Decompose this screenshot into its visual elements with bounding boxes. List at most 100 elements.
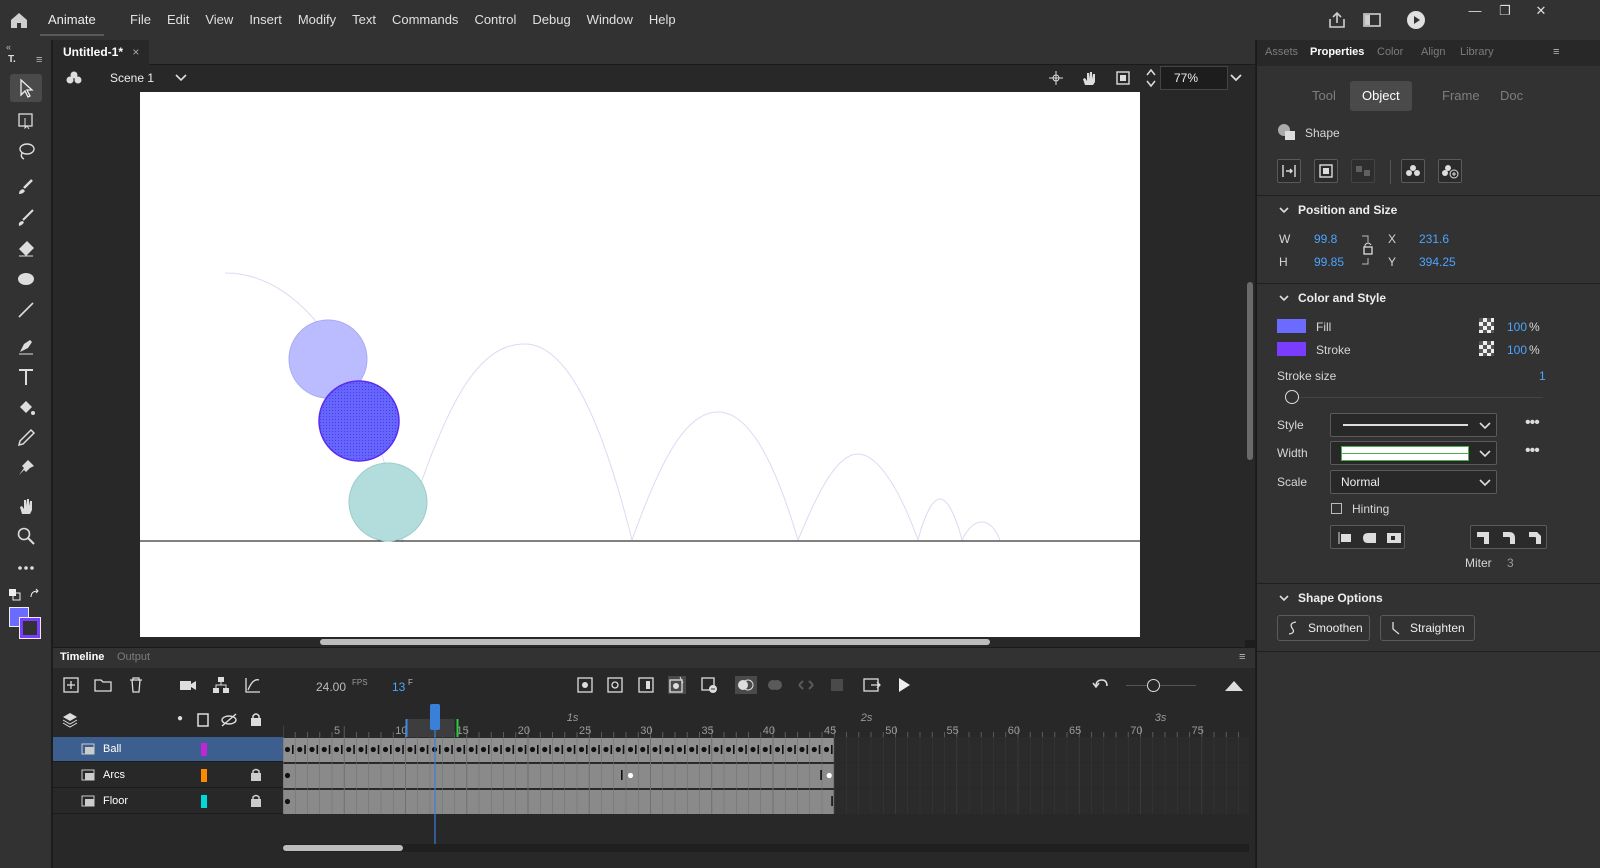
y-value[interactable]: 394.25 xyxy=(1419,255,1456,269)
x-value[interactable]: 231.6 xyxy=(1419,232,1449,246)
new-layer-icon[interactable] xyxy=(62,676,80,694)
publish-icon[interactable] xyxy=(1327,11,1347,29)
close-tab-icon[interactable]: × xyxy=(132,45,139,59)
lock-layers-icon[interactable] xyxy=(250,712,262,726)
subtab-doc[interactable]: Doc xyxy=(1488,81,1535,111)
tab-timeline[interactable]: Timeline xyxy=(60,651,104,663)
stroke-style-dropdown[interactable] xyxy=(1330,413,1497,437)
subtab-object[interactable]: Object xyxy=(1350,81,1412,111)
highlight-layers-icon[interactable]: ● xyxy=(177,713,183,724)
insert-keyframe-icon[interactable] xyxy=(576,676,594,694)
tab-properties[interactable]: Properties xyxy=(1310,46,1364,58)
close-window-icon[interactable]: ✕ xyxy=(1528,3,1554,21)
menu-insert[interactable]: Insert xyxy=(241,0,290,40)
stage-canvas[interactable] xyxy=(140,92,1140,637)
menu-help[interactable]: Help xyxy=(641,0,684,40)
stroke-swatch[interactable] xyxy=(1277,342,1306,356)
play-icon[interactable] xyxy=(895,676,913,694)
style-options-icon[interactable]: ••• xyxy=(1525,414,1540,432)
stage-horizontal-scrollbar[interactable] xyxy=(53,637,1245,647)
chevron-down-icon[interactable] xyxy=(1279,593,1289,603)
width-profile-dropdown[interactable] xyxy=(1330,441,1497,465)
export-loop-icon[interactable] xyxy=(863,676,881,694)
clear-keyframe-icon[interactable] xyxy=(700,676,718,694)
slider-knob[interactable] xyxy=(1285,390,1299,404)
insert-frame-icon[interactable] xyxy=(637,676,655,694)
scrollbar-thumb[interactable] xyxy=(283,845,403,851)
menu-commands[interactable]: Commands xyxy=(384,0,466,40)
layer-name[interactable]: Floor xyxy=(103,795,128,807)
layer-color-swatch[interactable] xyxy=(201,795,207,808)
home-icon[interactable] xyxy=(8,9,30,31)
width-value[interactable]: 99.8 xyxy=(1314,232,1337,246)
auto-keyframe-icon[interactable] xyxy=(668,676,686,694)
tab-output[interactable]: Output xyxy=(117,651,150,663)
clip-stage-icon[interactable] xyxy=(1115,70,1131,86)
line-tool[interactable] xyxy=(10,296,42,324)
create-object-button[interactable] xyxy=(1314,159,1338,183)
default-colors-icon[interactable] xyxy=(8,588,22,602)
join-round-icon[interactable] xyxy=(1501,530,1517,546)
hide-layers-icon[interactable] xyxy=(220,713,238,727)
scrollbar-thumb[interactable] xyxy=(320,639,990,645)
timeline-menu-icon[interactable]: ≡ xyxy=(1239,651,1245,663)
snap-icon[interactable] xyxy=(1048,70,1064,86)
undo-icon[interactable] xyxy=(1091,676,1109,694)
brush-tool[interactable] xyxy=(10,204,42,232)
rotate-stage-icon[interactable] xyxy=(1080,69,1098,87)
stroke-color-swatch[interactable] xyxy=(19,617,41,639)
tab-align[interactable]: Align xyxy=(1421,46,1445,58)
layer-row-arcs[interactable]: Arcs xyxy=(53,763,283,788)
swap-colors-icon[interactable] xyxy=(28,588,42,602)
fill-swatch[interactable] xyxy=(1277,319,1306,333)
selection-tool[interactable] xyxy=(10,74,42,102)
eyedropper-tool[interactable] xyxy=(10,424,42,452)
break-apart-button[interactable] xyxy=(1277,159,1301,183)
document-tab[interactable]: Untitled-1* × xyxy=(53,40,150,65)
chevron-down-icon[interactable] xyxy=(1279,205,1289,215)
scrollbar-thumb[interactable] xyxy=(1247,282,1253,460)
menu-control[interactable]: Control xyxy=(466,0,524,40)
cap-none-icon[interactable] xyxy=(1335,530,1351,546)
layer-row-floor[interactable]: Floor xyxy=(53,789,283,814)
menu-modify[interactable]: Modify xyxy=(290,0,344,40)
slider-knob[interactable] xyxy=(1147,679,1160,692)
layer-name[interactable]: Ball xyxy=(103,743,121,755)
hinting-checkbox[interactable] xyxy=(1331,503,1342,514)
stroke-alpha[interactable]: 100 xyxy=(1507,343,1527,357)
outline-layers-icon[interactable] xyxy=(197,713,209,727)
paint-brush-tool[interactable] xyxy=(10,173,42,201)
test-movie-icon[interactable] xyxy=(1406,10,1426,30)
new-folder-icon[interactable] xyxy=(94,676,112,694)
menu-window[interactable]: Window xyxy=(579,0,641,40)
pin-tool[interactable] xyxy=(10,454,42,482)
tools-menu-icon[interactable]: ≡ xyxy=(36,54,42,66)
loop-icon[interactable] xyxy=(828,676,846,694)
timeline-zoom-slider[interactable] xyxy=(1126,685,1196,686)
scale-dropdown[interactable]: Normal xyxy=(1330,470,1497,494)
fit-frames-icon[interactable] xyxy=(1224,676,1244,694)
eraser-tool[interactable] xyxy=(10,234,42,262)
edit-multiple-frames-icon[interactable] xyxy=(797,676,815,694)
menu-view[interactable]: View xyxy=(197,0,241,40)
layer-name[interactable]: Arcs xyxy=(103,769,125,781)
straighten-button[interactable]: Straighten xyxy=(1380,615,1475,641)
lasso-tool[interactable] xyxy=(10,137,42,165)
collapse-icon[interactable]: « xyxy=(6,42,11,52)
layers-icon[interactable] xyxy=(62,712,78,728)
scene-dropdown-icon[interactable] xyxy=(175,73,187,83)
cap-square-icon[interactable] xyxy=(1385,530,1401,546)
minimize-icon[interactable]: — xyxy=(1462,3,1488,21)
fps-value[interactable]: 24.00 xyxy=(316,680,346,694)
group-button[interactable] xyxy=(1351,159,1375,183)
shape-options-title[interactable]: Shape Options xyxy=(1298,591,1383,605)
smoothen-button[interactable]: Smoothen xyxy=(1277,615,1370,641)
zoom-input[interactable]: 77% xyxy=(1160,66,1228,90)
menu-file[interactable]: File xyxy=(122,0,159,40)
free-transform-tool[interactable] xyxy=(10,106,42,134)
insert-blank-keyframe-icon[interactable] xyxy=(606,676,624,694)
graph-editor-icon[interactable] xyxy=(244,676,262,694)
more-tools-button[interactable] xyxy=(10,554,42,582)
layer-color-swatch[interactable] xyxy=(201,769,207,782)
workspace-icon[interactable] xyxy=(1362,11,1382,29)
